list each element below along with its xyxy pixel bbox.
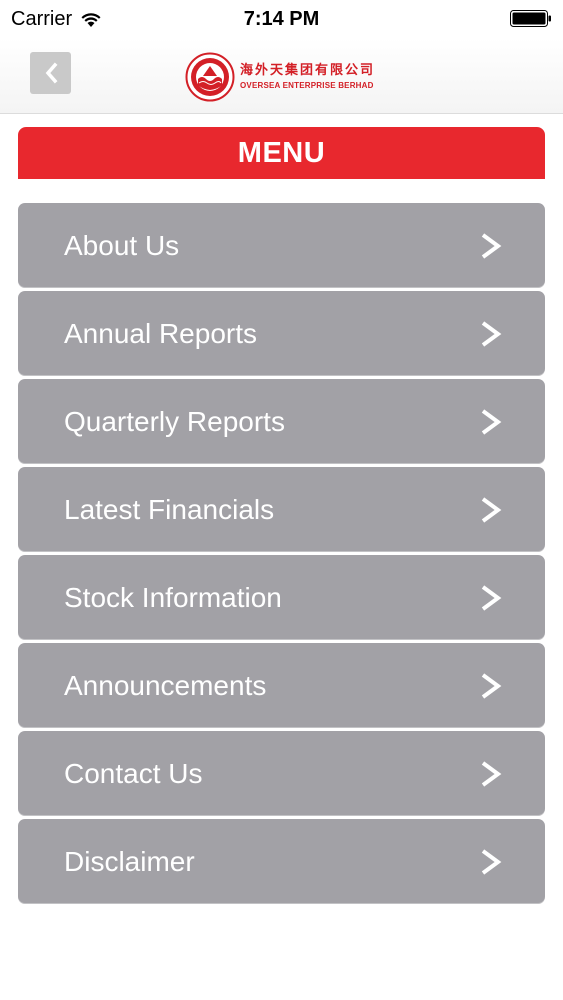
menu-item-label: Contact Us [64, 758, 203, 789]
navigation-bar: 海外天集团有限公司 OVERSEA ENTERPRISE BERHAD [0, 38, 563, 114]
logo-text: 海外天集团有限公司 OVERSEA ENTERPRISE BERHAD [240, 62, 375, 92]
menu-item-label: Disclaimer [64, 846, 195, 877]
menu-item-announcements[interactable]: Announcements [18, 643, 545, 728]
chevron-right-icon [481, 761, 502, 787]
menu-item-disclaimer[interactable]: Disclaimer [18, 819, 545, 904]
menu-item-about-us[interactable]: About Us [18, 203, 545, 288]
status-time: 7:14 PM [243, 8, 320, 30]
menu-item-label: Stock Information [64, 582, 282, 613]
menu-item-stock-information[interactable]: Stock Information [18, 555, 545, 640]
menu-item-label: Latest Financials [64, 494, 275, 525]
menu-item-label: Annual Reports [64, 318, 258, 349]
chevron-right-icon [481, 409, 502, 435]
logo-english-name: OVERSEA ENTERPRISE BERHAD [240, 81, 374, 90]
logo-chinese-name: 海外天集团有限公司 [240, 63, 376, 78]
chevron-right-icon [481, 321, 502, 347]
menu-item-contact-us[interactable]: Contact Us [18, 731, 545, 816]
chevron-right-icon [481, 585, 502, 611]
menu-title: MENU [237, 136, 326, 169]
menu-item-label: Quarterly Reports [64, 406, 285, 437]
chevron-left-icon [45, 62, 57, 84]
chevron-right-icon [481, 673, 502, 699]
company-logo: 海外天集团有限公司 OVERSEA ENTERPRISE BERHAD [185, 51, 375, 103]
menu-item-label: About Us [64, 230, 180, 261]
chevron-right-icon [481, 233, 502, 259]
chevron-right-icon [481, 497, 502, 523]
battery-icon [510, 10, 551, 27]
menu-item-annual-reports[interactable]: Annual Reports [18, 291, 545, 376]
status-bar: Carrier 7:14 PM [0, 0, 563, 38]
chevron-right-icon [481, 849, 502, 875]
menu-item-quarterly-reports[interactable]: Quarterly Reports [18, 379, 545, 464]
menu-item-label: Announcements [64, 670, 267, 701]
company-seal-icon [185, 52, 235, 102]
menu-header: MENU [18, 127, 545, 179]
menu-item-latest-financials[interactable]: Latest Financials [18, 467, 545, 552]
back-button[interactable] [30, 52, 71, 94]
